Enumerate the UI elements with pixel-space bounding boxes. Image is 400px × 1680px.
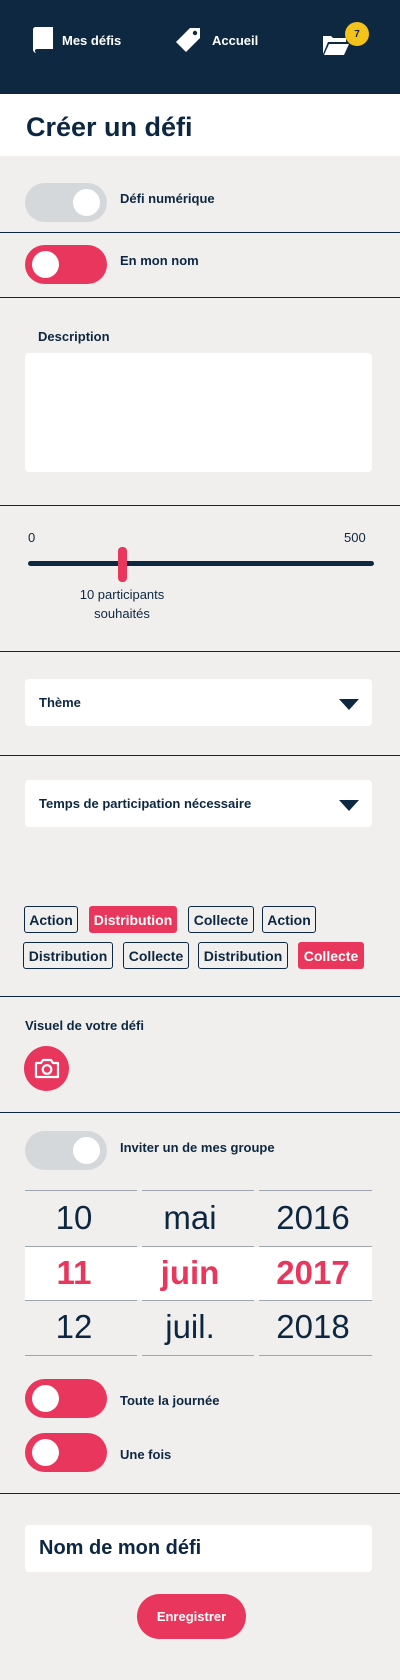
toggle-knob xyxy=(32,251,59,278)
nav-mes-defis-label: Mes défis xyxy=(62,32,122,48)
tag-chip[interactable]: Distribution xyxy=(198,942,288,969)
toggle-knob xyxy=(32,1439,59,1466)
divider xyxy=(0,755,400,756)
upload-photo-button[interactable] xyxy=(24,1046,69,1091)
picker-month-option[interactable]: juil. xyxy=(134,1308,246,1346)
toggle-defi-numerique[interactable] xyxy=(25,183,107,222)
picker-day-selected[interactable]: 11 xyxy=(18,1254,130,1292)
divider xyxy=(0,1112,400,1113)
tag-chip[interactable]: Distribution xyxy=(23,942,113,969)
save-button[interactable]: Enregistrer xyxy=(137,1594,246,1639)
nav-mes-defis[interactable]: Mes défis xyxy=(32,24,121,56)
slider-min-label: 0 xyxy=(28,530,36,545)
divider xyxy=(0,651,400,652)
toggle-en-mon-nom-label: En mon nom xyxy=(120,253,199,268)
picker-line xyxy=(25,1246,137,1247)
picker-month-option[interactable]: mai xyxy=(134,1199,246,1237)
challenge-name-input[interactable]: Nom de mon défi xyxy=(25,1525,372,1572)
toggle-defi-numerique-label: Défi numérique xyxy=(120,191,215,206)
divider xyxy=(0,505,400,506)
picker-day-option[interactable]: 10 xyxy=(18,1199,130,1237)
folder-count-badge: 7 xyxy=(345,22,369,46)
picker-line xyxy=(142,1190,254,1191)
toggle-inviter-groupe[interactable] xyxy=(25,1131,107,1170)
picker-month-selected[interactable]: juin xyxy=(134,1254,246,1292)
toggle-inviter-groupe-label: Inviter un de mes groupe xyxy=(120,1140,275,1155)
top-nav-bar: Mes défis Accueil 7 xyxy=(0,0,400,94)
toggle-une-fois[interactable] xyxy=(25,1433,107,1472)
description-textarea[interactable] xyxy=(25,353,372,472)
book-icon xyxy=(32,27,53,53)
divider xyxy=(0,996,400,997)
picker-line xyxy=(25,1355,137,1356)
picker-line xyxy=(25,1190,137,1191)
picker-line xyxy=(259,1190,372,1191)
picker-line xyxy=(142,1355,254,1356)
slider-max-label: 500 xyxy=(344,530,366,545)
picker-year-option[interactable]: 2016 xyxy=(257,1199,369,1237)
nav-accueil-label: Accueil xyxy=(212,32,259,48)
toggle-toute-la-journee-label: Toute la journée xyxy=(120,1393,220,1408)
toggle-knob xyxy=(73,1137,100,1164)
toggle-knob xyxy=(73,189,100,216)
tag-chip[interactable]: Action xyxy=(24,906,78,933)
tag-chip[interactable]: Distribution xyxy=(89,906,177,933)
picker-line xyxy=(259,1355,372,1356)
tag-icon xyxy=(176,28,200,52)
picker-day-option[interactable]: 12 xyxy=(18,1308,130,1346)
toggle-knob xyxy=(32,1385,59,1412)
tag-chip[interactable]: Action xyxy=(262,906,316,933)
chevron-down-icon xyxy=(339,699,359,710)
page-title: Créer un défi xyxy=(26,112,193,142)
chevron-down-icon xyxy=(339,800,359,811)
temps-select-label: Temps de participation nécessaire xyxy=(39,796,252,811)
temps-select[interactable]: Temps de participation nécessaire xyxy=(25,780,372,827)
picker-year-option[interactable]: 2018 xyxy=(257,1308,369,1346)
toggle-en-mon-nom[interactable] xyxy=(25,245,107,284)
theme-select-label: Thème xyxy=(39,695,81,710)
theme-select[interactable]: Thème xyxy=(25,679,372,726)
participants-caption: 10 participants souhaités xyxy=(62,585,182,623)
participants-caption-line2: souhaités xyxy=(94,606,150,621)
camera-icon xyxy=(34,1058,59,1079)
divider xyxy=(0,1493,400,1494)
toggle-une-fois-label: Une fois xyxy=(120,1447,172,1462)
toggle-toute-la-journee[interactable] xyxy=(25,1379,107,1418)
picker-line xyxy=(142,1300,254,1301)
challenge-name-value: Nom de mon défi xyxy=(39,1537,202,1559)
picker-line xyxy=(142,1246,254,1247)
visuel-label: Visuel de votre défi xyxy=(25,1018,144,1033)
tag-chip[interactable]: Collecte xyxy=(298,942,364,969)
picker-line xyxy=(259,1246,372,1247)
participants-slider-track[interactable] xyxy=(28,561,374,566)
tag-chip[interactable]: Collecte xyxy=(123,942,189,969)
picker-line xyxy=(259,1300,372,1301)
participants-slider-handle[interactable] xyxy=(118,547,127,582)
picker-line xyxy=(25,1300,137,1301)
divider xyxy=(0,232,400,233)
participants-caption-line1: 10 participants xyxy=(79,587,165,602)
divider xyxy=(0,297,400,298)
description-label: Description xyxy=(38,329,110,344)
nav-accueil[interactable]: Accueil xyxy=(174,24,258,56)
picker-year-selected[interactable]: 2017 xyxy=(257,1254,369,1292)
tag-chip[interactable]: Collecte xyxy=(188,906,254,933)
